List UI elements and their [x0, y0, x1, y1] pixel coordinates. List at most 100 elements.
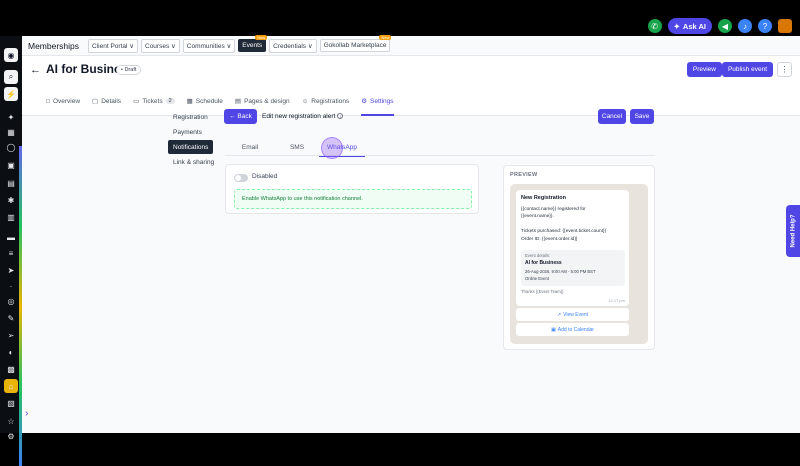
- subnav-communities[interactable]: Communities ∨: [182, 38, 236, 53]
- app-window: ✆ ✦ Ask AI ◀ ♪ ? ◉ ⌕ ⚡ ✦ ▦ ◯ ▣ ▤ ✱ ▥ ▬ ≡…: [0, 0, 800, 466]
- cancel-button[interactable]: Cancel: [598, 109, 626, 124]
- tab-overview[interactable]: □ Overview: [46, 86, 80, 116]
- subnav-marketplace[interactable]: Gokollab Marketplace New: [319, 35, 392, 52]
- contacts-icon[interactable]: ▤: [4, 176, 18, 190]
- search-icon[interactable]: ⌕: [4, 70, 18, 84]
- megaphone-icon[interactable]: ◀: [718, 19, 732, 33]
- star-icon[interactable]: ☆: [4, 414, 18, 428]
- pipeline-icon[interactable]: ✱: [4, 193, 18, 207]
- subnav-events[interactable]: Events New: [238, 35, 268, 52]
- channel-tabs: Email SMS WhatsApp: [225, 138, 655, 157]
- whatsapp-chat-background: New Registration {{contact.name}} regist…: [510, 184, 648, 344]
- ask-ai-label: Ask AI: [682, 21, 706, 31]
- view-event-link[interactable]: ↗ View Event: [516, 308, 629, 321]
- new-badge: New: [255, 35, 268, 40]
- paper-plane-icon[interactable]: ➢: [4, 328, 18, 342]
- sparkle-icon: ✦: [673, 21, 680, 31]
- add-to-calendar-link[interactable]: ▣ Add to Calendar: [516, 323, 629, 336]
- payments-icon[interactable]: ▥: [4, 210, 18, 224]
- send-icon[interactable]: ➤: [4, 263, 18, 277]
- overview-icon: □: [46, 97, 50, 105]
- phone-icon[interactable]: ✆: [647, 19, 662, 33]
- settings-menu: Registration Payments Notifications Link…: [168, 110, 216, 170]
- message-signoff: Thanks {{Event Team}}: [521, 289, 564, 294]
- event-details-label: Event details:: [525, 253, 551, 258]
- sub-navigation: Memberships Client Portal ∨ Courses ∨ Co…: [22, 35, 800, 56]
- calendar-icon: ▣: [551, 326, 556, 333]
- message-line: Tickets purchased: {{event.ticket.count}…: [521, 229, 607, 234]
- save-button[interactable]: Save: [630, 109, 654, 124]
- top-actions: ✆ ✦ Ask AI ◀ ♪ ?: [647, 18, 792, 34]
- bell-icon[interactable]: ♪: [738, 19, 752, 33]
- preview-button[interactable]: Preview: [686, 62, 722, 77]
- event-time: 26-Aug-2026, 9:00 AM - 5:00 PM BST: [525, 269, 596, 274]
- reports-icon[interactable]: ▩: [4, 362, 18, 376]
- tab-registrations[interactable]: ☺ Registrations: [302, 86, 350, 116]
- enable-toggle[interactable]: [234, 174, 248, 182]
- sites-icon[interactable]: ◎: [4, 294, 18, 308]
- event-name: AI for Business: [525, 260, 562, 266]
- event-type: Online Event: [525, 276, 549, 281]
- ask-ai-button[interactable]: ✦ Ask AI: [667, 18, 712, 34]
- calendar-icon[interactable]: ▣: [4, 158, 18, 172]
- tab-details[interactable]: ▢ Details: [92, 86, 121, 116]
- message-line: {{contact.name}} registered for: [521, 207, 586, 212]
- back-arrow-icon[interactable]: ←: [30, 64, 41, 76]
- registrations-icon: ☺: [301, 97, 309, 105]
- account-icon[interactable]: ◉: [4, 48, 18, 62]
- memberships-icon[interactable]: ⌂: [4, 379, 18, 393]
- enable-notice: Enable WhatsApp to use this notification…: [234, 189, 472, 209]
- preview-label: PREVIEW: [510, 172, 538, 178]
- schedule-icon: ▦: [186, 98, 193, 105]
- avatar[interactable]: [778, 19, 792, 33]
- marketing-icon[interactable]: ▬: [4, 230, 18, 244]
- toggle-label: Disabled: [252, 173, 278, 180]
- settings-menu-registration[interactable]: Registration: [168, 110, 216, 124]
- settings-menu-notifications[interactable]: Notifications: [168, 140, 213, 154]
- tab-sms[interactable]: SMS: [283, 138, 311, 156]
- event-details-box: Event details: AI for Business 26-Aug-20…: [521, 250, 625, 286]
- grid-icon[interactable]: ▦: [4, 125, 18, 139]
- event-tabs: □ Overview ▢ Details ▭ Tickets 2 ▦ Schedule ▤…: [46, 86, 394, 116]
- need-help-tab[interactable]: Need Help?: [786, 205, 800, 257]
- message-line: {{event.name}}.: [521, 214, 554, 219]
- subnav-credentials[interactable]: Credentials ∨: [269, 38, 317, 53]
- need-help-label: Need Help?: [790, 214, 797, 248]
- editor-title: Edit new registration alert i: [262, 113, 344, 120]
- help-icon[interactable]: ?: [758, 19, 772, 33]
- ticket-count: 2: [165, 98, 175, 104]
- page-content: ← AI for Business • Draft Preview Publis…: [22, 56, 800, 433]
- back-button[interactable]: ← Back: [224, 109, 257, 124]
- lightning-icon[interactable]: ⚡: [4, 87, 18, 101]
- publish-event-button[interactable]: Publish event: [721, 62, 773, 77]
- subnav-client-portal[interactable]: Client Portal ∨: [88, 38, 138, 53]
- reputation-icon[interactable]: ◐: [4, 345, 18, 359]
- subnav-courses[interactable]: Courses ∨: [141, 38, 180, 53]
- icon-rail: ◉ ⌕ ⚡ ✦ ▦ ◯ ▣ ▤ ✱ ▥ ▬ ≡ ➤ · ◎ ✎ ➢ ◐ ▩ ⌂ …: [0, 36, 22, 466]
- settings-rail-icon[interactable]: ⚙: [4, 429, 18, 443]
- automation-icon[interactable]: ≡: [4, 246, 18, 260]
- section-title: Memberships: [28, 40, 80, 51]
- message-title: New Registration: [521, 195, 566, 201]
- tab-settings[interactable]: ⚙ Settings: [361, 86, 394, 116]
- chat-icon[interactable]: ◯: [4, 140, 18, 154]
- details-icon: ▢: [92, 98, 99, 105]
- event-header: ← AI for Business • Draft Preview Publis…: [22, 56, 800, 116]
- more-options-icon[interactable]: ⋮: [777, 62, 792, 77]
- click-indicator: [321, 137, 343, 159]
- main-area: Memberships Client Portal ∨ Courses ∨ Co…: [22, 35, 800, 433]
- more-icon[interactable]: ·: [4, 279, 18, 293]
- gear-icon: ⚙: [361, 98, 368, 105]
- expand-sidebar-icon[interactable]: ›: [25, 408, 28, 419]
- media-icon[interactable]: ▧: [4, 396, 18, 410]
- tickets-icon: ▭: [133, 98, 140, 105]
- settings-menu-link-sharing[interactable]: Link & sharing: [168, 155, 216, 169]
- message-line: Order ID: {{event.order.id}}: [521, 237, 578, 242]
- new-badge: New: [379, 35, 392, 40]
- tab-email[interactable]: Email: [235, 138, 265, 156]
- settings-menu-payments[interactable]: Payments: [168, 125, 216, 139]
- tools-icon[interactable]: ✎: [4, 311, 18, 325]
- info-icon[interactable]: i: [337, 113, 344, 119]
- sparkles-icon[interactable]: ✦: [4, 110, 18, 124]
- preview-panel: PREVIEW New Registration {{contact.name}…: [503, 165, 655, 350]
